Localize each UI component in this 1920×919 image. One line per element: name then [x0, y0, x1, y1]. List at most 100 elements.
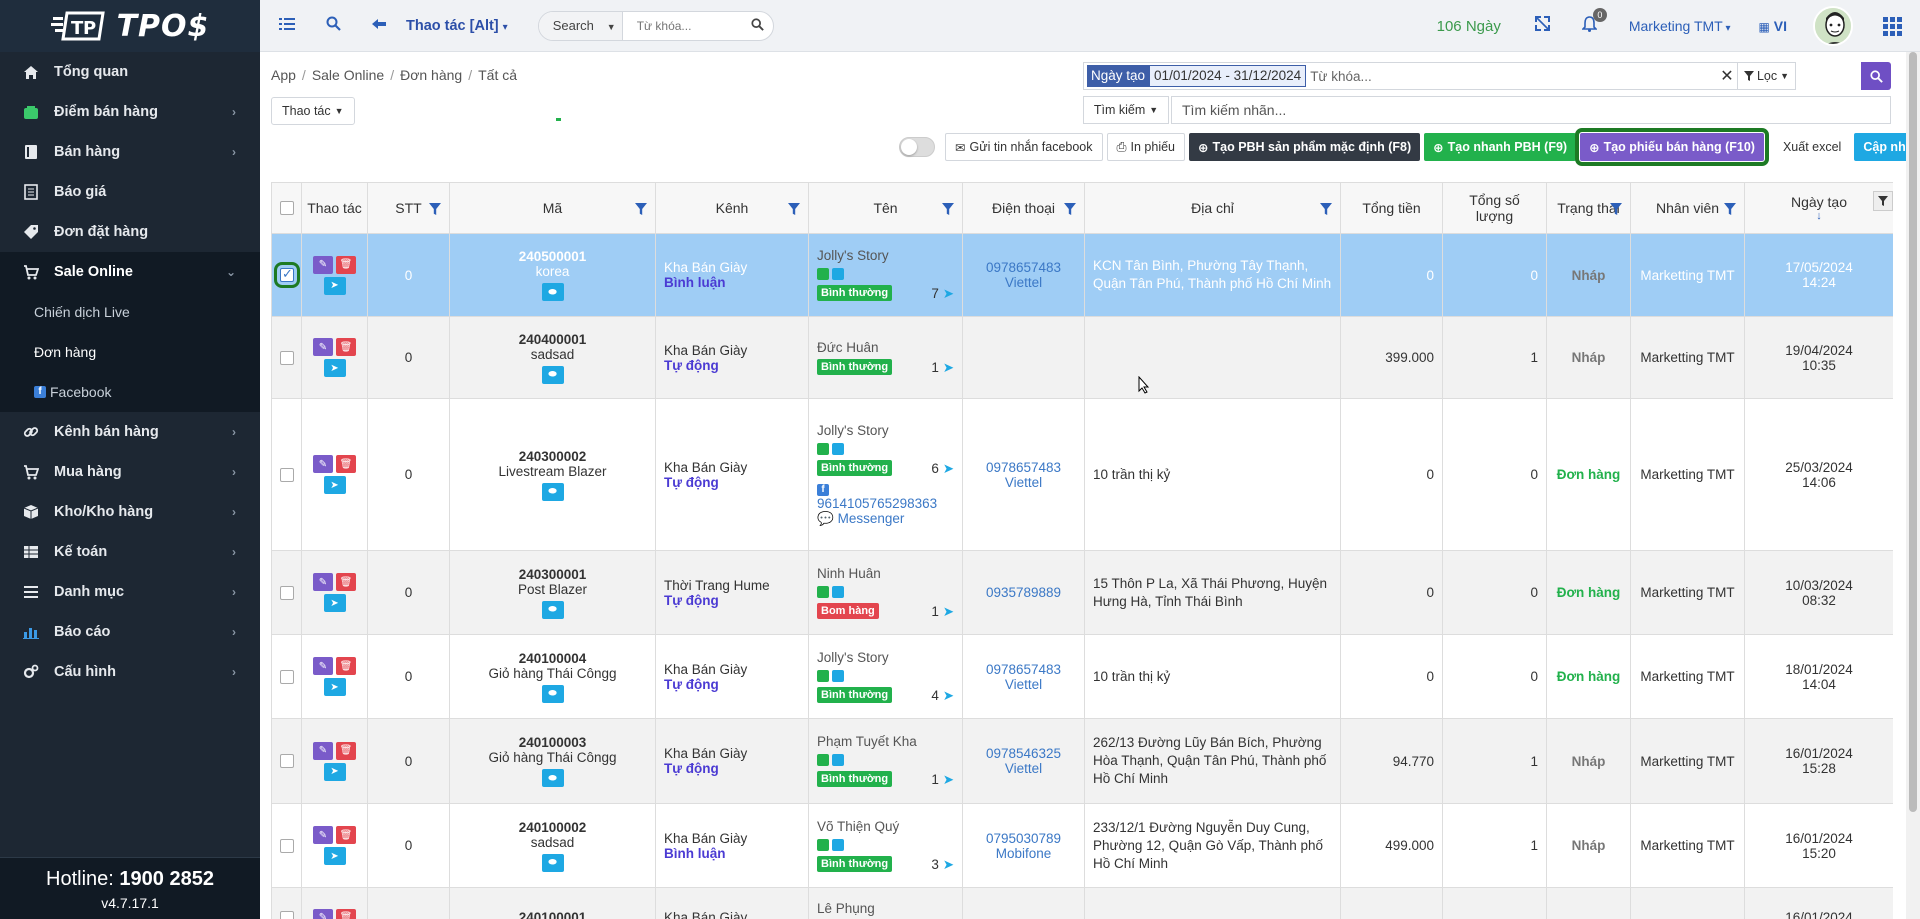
tag-icon[interactable]: ⬬	[541, 769, 564, 787]
sidebar-item--i-m-b-n-h-ng[interactable]: Điểm bán hàng ›	[0, 92, 260, 132]
column-header[interactable]: Thao tác	[301, 182, 368, 234]
clear-filter-icon[interactable]: ✕	[1717, 66, 1737, 86]
trash-icon[interactable]: 🗑	[336, 741, 356, 760]
apps-grid-icon[interactable]	[1883, 16, 1902, 36]
order-code[interactable]: 240500001	[458, 249, 647, 264]
customer-name[interactable]: Lê Phụng	[817, 901, 954, 916]
send-icon[interactable]: ➤	[323, 276, 346, 295]
tag-icon[interactable]: ⬬	[541, 853, 564, 872]
send-icon[interactable]: ➤	[323, 762, 346, 781]
phone-number[interactable]: 0978657483	[971, 460, 1076, 475]
sidebar-item-sale-online[interactable]: Sale Online ⌄	[0, 252, 260, 292]
tag-icon[interactable]: ⬬	[541, 684, 564, 703]
row-checkbox[interactable]	[280, 754, 294, 768]
sidebar-item--n-t-h-ng[interactable]: Đơn đặt hàng	[0, 212, 260, 252]
sort-desc-icon[interactable]: ↓	[1745, 210, 1893, 222]
table-row[interactable]: ✎ 🗑 ➤ 0 240100003 Giỏ hàng Thái Côngg ⬬ Kha Bán…	[271, 718, 1893, 804]
row-checkbox[interactable]	[280, 350, 294, 365]
edit-icon[interactable]: ✎	[313, 657, 333, 675]
edit-icon[interactable]: ✎	[313, 455, 333, 473]
column-header[interactable]: Mã	[449, 182, 656, 234]
bulk-action-dropdown[interactable]: Thao tác ▼	[271, 97, 355, 125]
toggle-switch[interactable]	[899, 137, 935, 157]
print-button[interactable]: ⎙ In phiếu	[1106, 133, 1186, 161]
send-icon[interactable]: ➤	[323, 359, 346, 377]
export-excel-button[interactable]: Xuất excel	[1774, 133, 1850, 161]
edit-icon[interactable]: ✎	[313, 826, 333, 844]
column-header[interactable]: Tổng số lượng	[1442, 182, 1547, 234]
column-header[interactable]: Điện thoại	[962, 182, 1085, 234]
order-code[interactable]: 240300002	[458, 449, 647, 464]
sidebar-item-mua-h-ng[interactable]: Mua hàng ›	[0, 452, 260, 492]
date-filter-tag[interactable]: Ngày tạo 01/01/2024 - 31/12/2024	[1087, 65, 1307, 87]
table-row[interactable]: ✎ 🗑 240100001 Kha Bán Giày Lê Phụng 16/01/202…	[271, 887, 1893, 919]
sidebar-item-k-nh-b-n-h-ng[interactable]: Kênh bán hàng ›	[0, 412, 260, 452]
table-row[interactable]: ✎ 🗑 ➤ 0 240100004 Giỏ hàng Thái Côngg ⬬ Kha Bán…	[271, 634, 1893, 719]
trash-icon[interactable]: 🗑	[336, 657, 356, 675]
sidebar-item-b-o-c-o[interactable]: Báo cáo ›	[0, 612, 260, 652]
row-checkbox[interactable]	[280, 838, 294, 853]
edit-icon[interactable]: ✎	[313, 741, 333, 760]
filter-funnel-icon[interactable]	[429, 203, 441, 215]
edit-icon[interactable]: ✎	[313, 255, 333, 274]
global-search-input[interactable]	[622, 18, 743, 33]
search-submit-icon[interactable]	[743, 17, 773, 34]
date-range[interactable]: 01/01/2024 - 31/12/2024	[1149, 65, 1307, 87]
trash-icon[interactable]: 🗑	[336, 826, 356, 844]
row-checkbox[interactable]	[274, 262, 300, 288]
notification-bell-icon[interactable]: 0	[1580, 7, 1607, 37]
edit-icon[interactable]: ✎	[313, 573, 333, 591]
tag-search-input[interactable]: Tìm kiếm nhãn...	[1171, 96, 1891, 124]
order-code[interactable]: 240300001	[458, 567, 647, 582]
phone-number[interactable]: 0795030789	[971, 831, 1076, 846]
filter-funnel-icon[interactable]	[1320, 203, 1332, 215]
customer-name[interactable]: Jolly's Story	[817, 423, 954, 438]
messenger-link[interactable]: 💬 Messenger	[817, 511, 954, 527]
breadcrumb-item[interactable]: App	[271, 67, 296, 83]
trash-icon[interactable]: 🗑	[336, 573, 356, 591]
filter-funnel-icon[interactable]	[635, 203, 647, 215]
customer-name[interactable]: Jolly's Story	[817, 248, 954, 263]
sidebar-item-c-u-h-nh[interactable]: Cấu hình ›	[0, 652, 260, 692]
order-code[interactable]: 240100001	[458, 910, 647, 919]
send-facebook-message-button[interactable]: ✉ Gửi tin nhắn facebook	[945, 133, 1103, 161]
trash-icon[interactable]: 🗑	[336, 908, 356, 919]
table-row[interactable]: ✎ 🗑 ➤ 0 240100002 sadsad ⬬ Kha Bán Giày Bình luậ…	[271, 803, 1893, 888]
tag-icon[interactable]: ⬬	[541, 283, 564, 301]
row-checkbox[interactable]	[280, 910, 294, 919]
column-header[interactable]: Tổng tiền	[1340, 182, 1443, 234]
edit-icon[interactable]: ✎	[313, 338, 333, 356]
sidebar-item-k-to-n[interactable]: Kế toán ›	[0, 532, 260, 572]
customer-name[interactable]: Ninh Huân	[817, 566, 954, 581]
send-icon[interactable]: ➤	[323, 678, 346, 696]
facebook-id[interactable]: 9614105765298363	[817, 496, 954, 511]
create-default-pbh-button[interactable]: ⊕ Tạo PBH sản phẩm mặc định (F8)	[1189, 133, 1421, 161]
column-header[interactable]: Ngày tạo ↓	[1744, 182, 1893, 234]
breadcrumb-item[interactable]: Sale Online	[312, 67, 384, 83]
trash-icon[interactable]: 🗑	[336, 455, 356, 473]
pin-icon[interactable]	[356, 16, 402, 36]
phone-number[interactable]: 0978657483	[971, 662, 1076, 677]
sidebar-subitem-0[interactable]: Chiến dịch Live	[0, 292, 260, 332]
create-sale-order-button[interactable]: ⊕ Tạo phiếu bán hàng (F10)	[1575, 128, 1769, 166]
filter-dropdown[interactable]: Lọc ▼	[1737, 62, 1795, 90]
table-row[interactable]: ✎🗑 ➤ 0 240500001korea ⬬ Kha Bán GiàyBình luận…	[271, 233, 1893, 317]
tag-icon[interactable]: ⬬	[541, 482, 564, 501]
row-checkbox[interactable]	[280, 585, 294, 600]
edit-icon[interactable]: ✎	[313, 908, 333, 919]
customer-name[interactable]: Võ Thiện Quý	[817, 819, 954, 834]
scrollbar-thumb[interactable]	[1909, 52, 1917, 812]
filter-funnel-icon[interactable]	[788, 203, 800, 215]
order-code[interactable]: 240100002	[458, 820, 647, 835]
search-icon[interactable]	[310, 16, 356, 36]
filter-search-button[interactable]	[1861, 62, 1891, 90]
table-row[interactable]: ✎ 🗑 ➤ 0 240400001 sadsad ⬬ Kha Bán Giày Tự động Đ…	[271, 316, 1893, 399]
sidebar-item-t-ng-quan[interactable]: Tổng quan	[0, 52, 260, 92]
row-checkbox[interactable]	[280, 669, 294, 684]
sidebar-item-kho-kho-h-ng[interactable]: Kho/Kho hàng ›	[0, 492, 260, 532]
column-filter-icon[interactable]	[1873, 191, 1893, 211]
row-checkbox[interactable]	[280, 467, 294, 482]
menu-toggle-icon[interactable]	[264, 16, 310, 36]
column-header[interactable]: Nhân viên	[1630, 182, 1745, 234]
filter-funnel-icon[interactable]	[1610, 203, 1622, 215]
